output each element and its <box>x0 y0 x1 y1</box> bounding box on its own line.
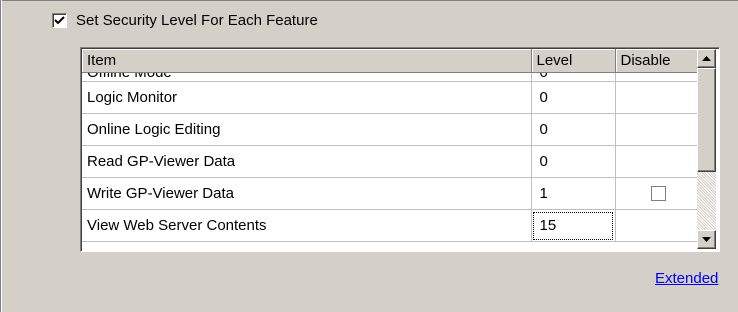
security-per-feature-checkbox[interactable] <box>52 12 67 28</box>
disable-cell[interactable] <box>615 177 698 210</box>
table-row[interactable]: View Web Server Contents 15 <box>82 209 698 242</box>
arrow-down-icon <box>702 237 711 242</box>
disable-cell[interactable] <box>615 81 698 114</box>
column-header-level[interactable]: Level <box>531 49 616 73</box>
item-cell: Write GP-Viewer Data <box>82 177 532 210</box>
table-row[interactable]: Online Logic Editing 0 <box>82 113 698 146</box>
scroll-up-button[interactable] <box>697 49 716 68</box>
scroll-thumb[interactable] <box>697 68 716 172</box>
disable-cell[interactable] <box>615 209 698 242</box>
table-row[interactable]: Write GP-Viewer Data 1 <box>82 177 698 210</box>
disable-cell[interactable] <box>615 113 698 146</box>
vertical-scrollbar[interactable] <box>697 49 716 249</box>
scroll-down-button[interactable] <box>697 230 716 249</box>
feature-security-grid[interactable]: Item Level Disable Offline Mode 0 Logic … <box>80 47 720 252</box>
disable-checkbox[interactable] <box>651 186 666 201</box>
level-cell[interactable]: 1 <box>531 177 616 210</box>
level-cell[interactable]: 0 <box>531 72 616 82</box>
column-header-disable[interactable]: Disable <box>615 49 698 73</box>
item-cell: View Web Server Contents <box>82 209 532 242</box>
disable-cell[interactable] <box>615 145 698 178</box>
item-cell: Offline Mode <box>82 72 532 82</box>
disable-cell[interactable] <box>615 72 698 82</box>
level-cell-focused[interactable]: 15 <box>531 209 616 242</box>
security-per-feature-checkbox-row[interactable]: Set Security Level For Each Feature <box>52 10 318 30</box>
extended-link[interactable]: Extended <box>655 270 718 287</box>
frame-top-edge <box>0 0 738 1</box>
item-cell: Read GP-Viewer Data <box>82 145 532 178</box>
frame-left-highlight <box>1 0 2 312</box>
security-per-feature-label: Set Security Level For Each Feature <box>76 11 318 29</box>
feature-table: Item Level Disable Offline Mode 0 Logic … <box>82 49 698 242</box>
level-cell[interactable]: 0 <box>531 145 616 178</box>
table-row[interactable]: Read GP-Viewer Data 0 <box>82 145 698 178</box>
column-header-item[interactable]: Item <box>82 49 532 73</box>
level-cell[interactable]: 0 <box>531 81 616 114</box>
arrow-up-icon <box>702 56 711 61</box>
table-row[interactable]: Logic Monitor 0 <box>82 81 698 114</box>
table-row[interactable]: Offline Mode 0 <box>82 72 698 82</box>
level-cell[interactable]: 0 <box>531 113 616 146</box>
table-header-row: Item Level Disable <box>82 49 698 73</box>
checkmark-icon <box>54 15 65 24</box>
item-cell: Online Logic Editing <box>82 113 532 146</box>
item-cell: Logic Monitor <box>82 81 532 114</box>
